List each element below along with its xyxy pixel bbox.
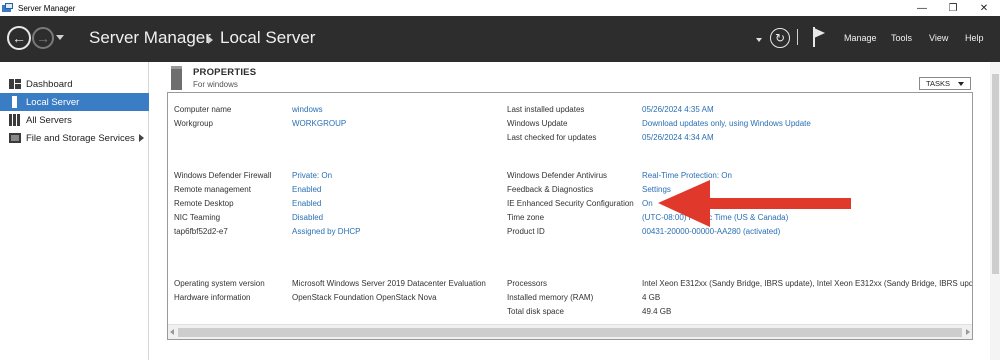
sidebar-item-label: Local Server bbox=[26, 96, 80, 108]
horizontal-scroll-thumb[interactable] bbox=[178, 328, 962, 337]
prop-value-memory: 4 GB bbox=[642, 293, 661, 302]
close-button[interactable]: ✕ bbox=[969, 0, 999, 16]
notifications-flag-icon[interactable] bbox=[812, 27, 826, 47]
prop-value-hardware-info: OpenStack Foundation OpenStack Nova bbox=[292, 293, 437, 302]
prop-value-firewall[interactable]: Private: On bbox=[292, 171, 332, 181]
sidebar-item-all-servers[interactable]: All Servers bbox=[0, 111, 149, 129]
prop-label-hardware-info: Hardware information bbox=[174, 293, 251, 302]
header-bar: ← → Server Manager Local Server ↻ Manage… bbox=[0, 16, 1000, 62]
servers-icon bbox=[9, 114, 21, 126]
sidebar-item-label: Dashboard bbox=[26, 78, 73, 90]
vertical-scroll-thumb[interactable] bbox=[992, 74, 999, 274]
prop-value-os-version: Microsoft Windows Server 2019 Datacenter… bbox=[292, 279, 486, 288]
prop-value-processors: Intel Xeon E312xx (Sandy Bridge, IBRS up… bbox=[642, 279, 972, 288]
prop-value-product-id[interactable]: 00431-20000-00000-AA280 (activated) bbox=[642, 227, 780, 237]
tasks-dropdown-button[interactable]: TASKS bbox=[919, 77, 971, 90]
prop-value-windows-update[interactable]: Download updates only, using Windows Upd… bbox=[642, 119, 811, 129]
title-bar: Server Manager bbox=[0, 0, 1000, 16]
sidebar-item-dashboard[interactable]: Dashboard bbox=[0, 75, 149, 93]
header-divider bbox=[797, 29, 798, 45]
prop-value-remote-desktop[interactable]: Enabled bbox=[292, 199, 321, 209]
prop-value-network-adapter[interactable]: Assigned by DHCP bbox=[292, 227, 360, 237]
refresh-button[interactable]: ↻ bbox=[770, 28, 790, 48]
prop-label-windows-update: Windows Update bbox=[507, 119, 568, 128]
menu-manage[interactable]: Manage bbox=[844, 33, 877, 43]
refresh-dropdown-icon[interactable] bbox=[756, 38, 762, 42]
sidebar: Dashboard Local Server All Servers File … bbox=[0, 62, 149, 360]
tasks-label: TASKS bbox=[926, 79, 951, 88]
prop-label-feedback-diagnostics: Feedback & Diagnostics bbox=[507, 185, 594, 194]
back-button[interactable]: ← bbox=[7, 26, 31, 50]
prop-value-time-zone[interactable]: (UTC-08:00) Pacific Time (US & Canada) bbox=[642, 213, 788, 223]
window-title: Server Manager bbox=[18, 3, 76, 13]
prop-value-remote-management[interactable]: Enabled bbox=[292, 185, 321, 195]
prop-label-computer-name: Computer name bbox=[174, 105, 232, 114]
properties-subtitle: For windows bbox=[193, 80, 238, 89]
dashboard-icon bbox=[9, 78, 21, 90]
prop-label-last-checked: Last checked for updates bbox=[507, 133, 597, 142]
scroll-left-icon[interactable] bbox=[170, 329, 174, 335]
menu-help[interactable]: Help bbox=[965, 33, 984, 43]
prop-label-os-version: Operating system version bbox=[174, 279, 265, 288]
prop-label-nic-teaming: NIC Teaming bbox=[174, 213, 221, 222]
prop-label-time-zone: Time zone bbox=[507, 213, 545, 222]
sidebar-item-local-server[interactable]: Local Server bbox=[0, 93, 149, 111]
chevron-down-icon bbox=[958, 82, 964, 86]
prop-value-nic-teaming[interactable]: Disabled bbox=[292, 213, 323, 223]
breadcrumb-server-manager[interactable]: Server Manager bbox=[89, 28, 211, 48]
prop-value-computer-name[interactable]: windows bbox=[292, 105, 323, 115]
prop-label-firewall: Windows Defender Firewall bbox=[174, 171, 272, 180]
prop-label-processors: Processors bbox=[507, 279, 548, 288]
prop-value-disk-space: 49.4 GB bbox=[642, 307, 672, 316]
forward-button[interactable]: → bbox=[32, 27, 54, 49]
prop-label-workgroup: Workgroup bbox=[174, 119, 213, 128]
prop-label-memory: Installed memory (RAM) bbox=[507, 293, 594, 302]
prop-label-remote-management: Remote management bbox=[174, 185, 251, 194]
prop-label-ie-esc: IE Enhanced Security Configuration bbox=[507, 199, 634, 208]
prop-label-defender-antivirus: Windows Defender Antivirus bbox=[507, 171, 608, 180]
storage-icon bbox=[9, 132, 21, 144]
menu-view[interactable]: View bbox=[929, 33, 948, 43]
properties-title: PROPERTIES bbox=[193, 67, 257, 78]
sidebar-item-file-storage[interactable]: File and Storage Services bbox=[0, 129, 149, 147]
prop-label-network-adapter: tap6fbf52d2-e7 bbox=[174, 227, 228, 236]
restore-button[interactable]: ❐ bbox=[938, 0, 968, 16]
properties-server-icon bbox=[171, 66, 182, 90]
sidebar-item-label: File and Storage Services bbox=[26, 132, 135, 144]
server-icon bbox=[9, 96, 21, 108]
scroll-right-icon[interactable] bbox=[966, 329, 970, 335]
prop-value-workgroup[interactable]: WORKGROUP bbox=[292, 119, 346, 129]
prop-value-last-checked[interactable]: 05/26/2024 4:34 AM bbox=[642, 133, 714, 143]
prop-label-remote-desktop: Remote Desktop bbox=[174, 199, 234, 208]
prop-label-last-installed-updates: Last installed updates bbox=[507, 105, 585, 114]
menu-tools[interactable]: Tools bbox=[891, 33, 912, 43]
minimize-button[interactable]: — bbox=[907, 0, 937, 16]
prop-value-feedback-diagnostics[interactable]: Settings bbox=[642, 185, 671, 195]
sidebar-item-label: All Servers bbox=[26, 114, 72, 126]
prop-value-last-installed-updates[interactable]: 05/26/2024 4:35 AM bbox=[642, 105, 714, 115]
prop-label-disk-space: Total disk space bbox=[507, 307, 564, 316]
expand-arrow-icon[interactable] bbox=[139, 134, 144, 142]
history-dropdown-icon[interactable] bbox=[56, 35, 64, 40]
prop-label-product-id: Product ID bbox=[507, 227, 545, 236]
breadcrumb-local-server: Local Server bbox=[220, 28, 316, 47]
prop-value-ie-esc[interactable]: On bbox=[642, 199, 653, 209]
vertical-scrollbar[interactable] bbox=[990, 62, 1000, 360]
prop-value-defender-antivirus[interactable]: Real-Time Protection: On bbox=[642, 171, 732, 181]
horizontal-scrollbar[interactable] bbox=[168, 324, 972, 339]
breadcrumb-separator-icon bbox=[208, 36, 213, 44]
server-manager-app-icon bbox=[2, 3, 14, 13]
